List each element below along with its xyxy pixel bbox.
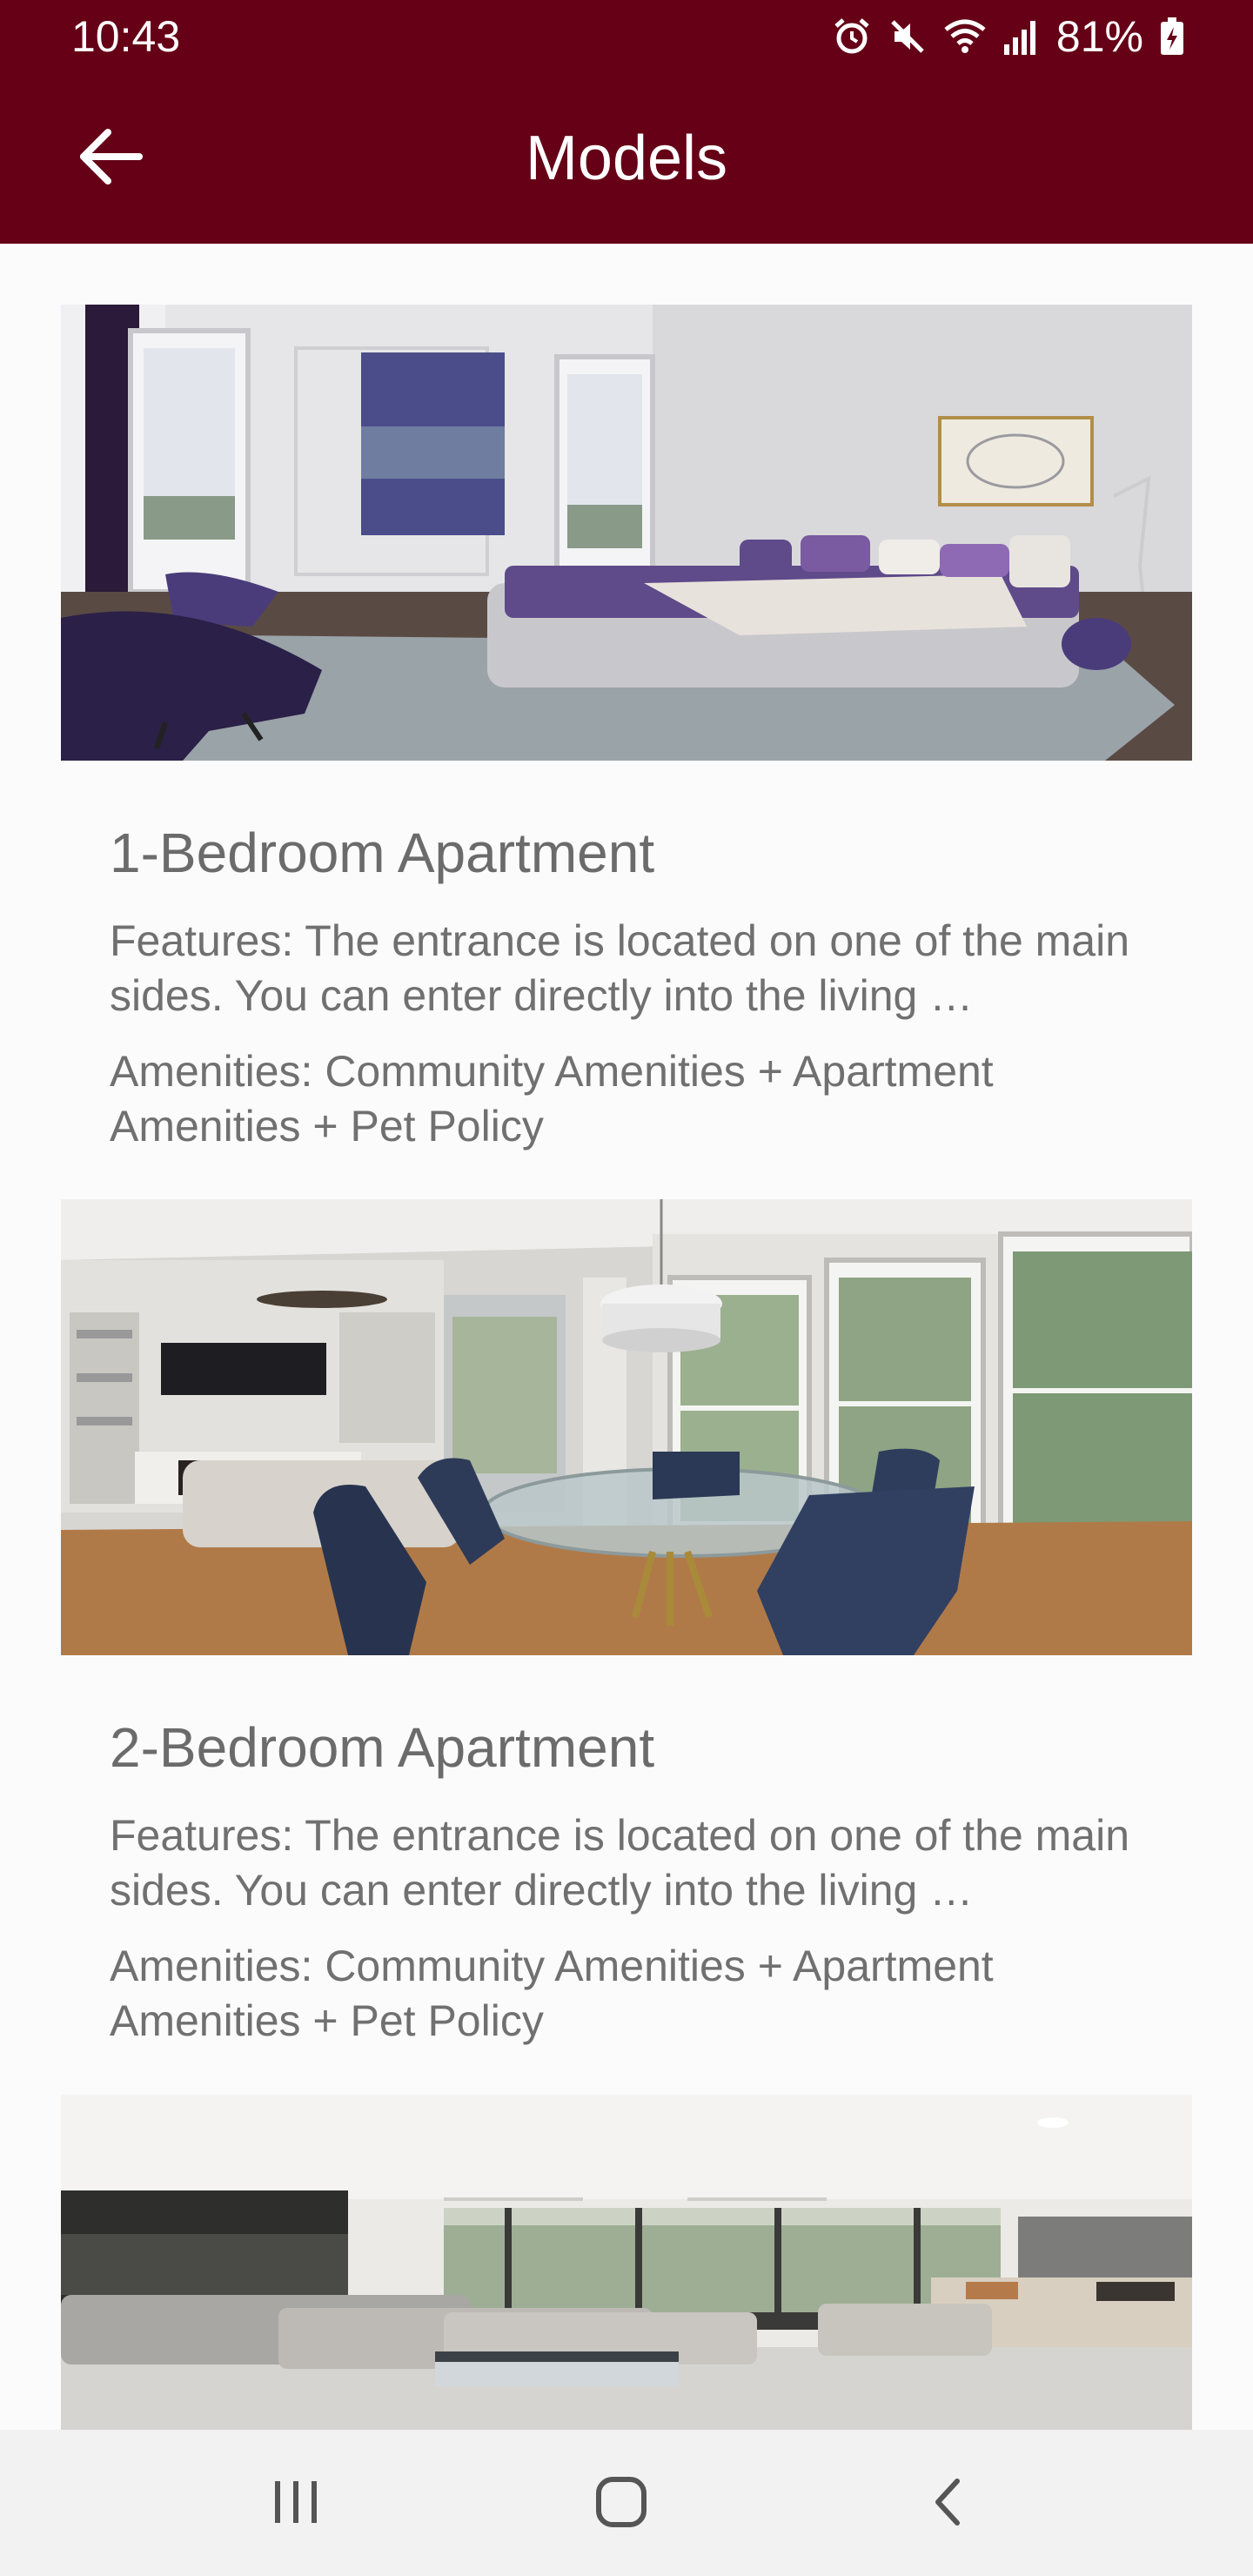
home-button[interactable] xyxy=(569,2465,673,2543)
system-back-button[interactable] xyxy=(895,2465,999,2543)
mute-icon xyxy=(888,17,928,57)
status-bar: 10:43 81% xyxy=(0,0,1253,73)
wifi-icon xyxy=(943,17,987,57)
model-features: Features: The entrance is located on one… xyxy=(110,1811,1130,1915)
model-title: 1-Bedroom Apartment xyxy=(110,822,655,884)
model-amenities: Amenities: Community Amenities + Apartme… xyxy=(110,1942,994,2045)
model-card-3[interactable] xyxy=(61,2095,1192,2430)
battery-charging-icon xyxy=(1159,17,1185,57)
recent-apps-icon xyxy=(270,2478,322,2531)
model-features: Features: The entrance is located on one… xyxy=(110,916,1130,1020)
page-title: Models xyxy=(525,124,728,193)
status-icons: 81% xyxy=(832,12,1185,61)
recent-apps-button[interactable] xyxy=(244,2465,348,2543)
signal-icon xyxy=(1002,17,1041,57)
model-title: 2-Bedroom Apartment xyxy=(110,1716,655,1779)
bedroom-photo xyxy=(61,305,1192,761)
alarm-icon xyxy=(832,17,872,57)
battery-level: 81% xyxy=(1055,12,1143,61)
model-amenities: Amenities: Community Amenities + Apartme… xyxy=(110,1047,994,1150)
back-icon xyxy=(928,2476,966,2532)
dining-room-photo xyxy=(61,1199,1192,1655)
model-card-2-bedroom[interactable]: 2-Bedroom Apartment Features: The entran… xyxy=(61,1199,1192,2070)
home-icon xyxy=(593,2474,649,2534)
status-time: 10:43 xyxy=(71,12,181,61)
app-bar: Models xyxy=(0,73,1253,244)
models-list[interactable]: 1-Bedroom Apartment Features: The entran… xyxy=(0,244,1253,2430)
system-nav-bar xyxy=(0,2430,1253,2576)
model-card-1-bedroom[interactable]: 1-Bedroom Apartment Features: The entran… xyxy=(61,305,1192,1175)
living-room-photo xyxy=(61,2095,1192,2430)
